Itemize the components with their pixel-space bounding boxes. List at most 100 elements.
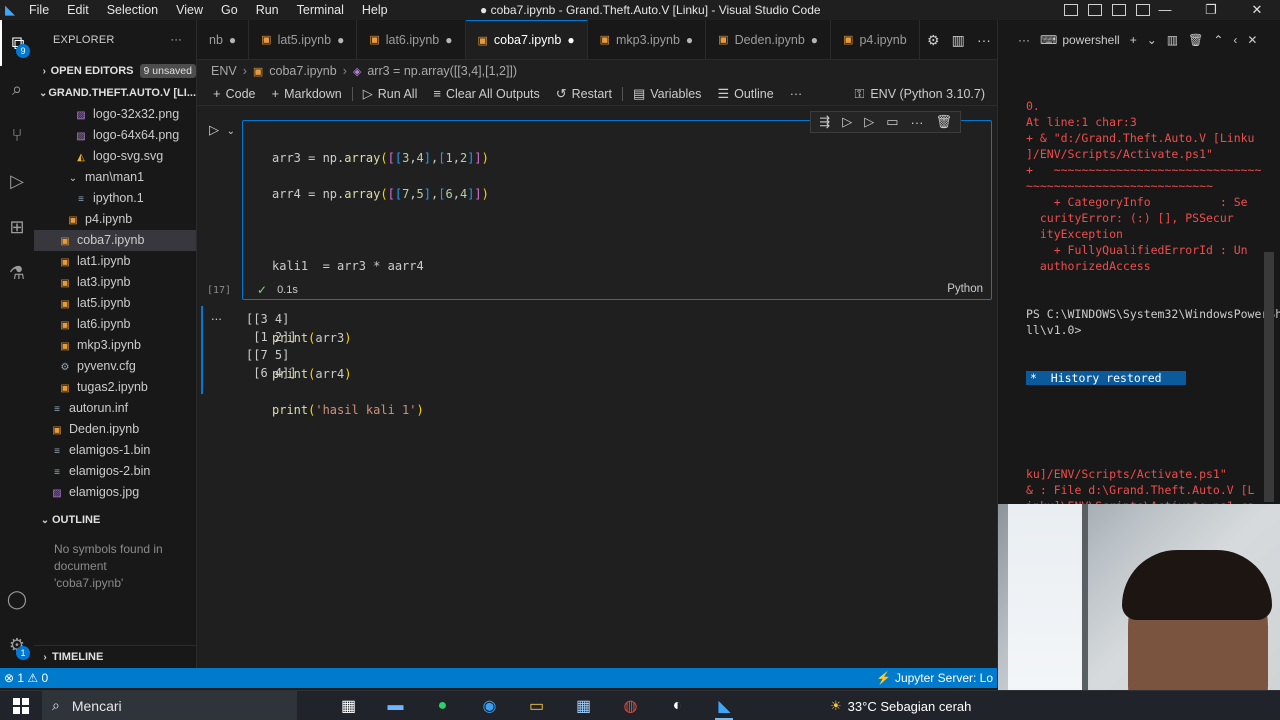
restore-icon[interactable]: ❐: [1188, 0, 1234, 20]
output-more-icon[interactable]: ...: [211, 308, 222, 323]
tree-item[interactable]: ▣ lat6.ipynb: [34, 314, 196, 335]
menu-help[interactable]: Help: [353, 0, 397, 20]
outline-section[interactable]: ⌄ OUTLINE: [34, 509, 196, 531]
unsaved-dot-icon[interactable]: ●: [337, 33, 344, 47]
settings-gear-icon[interactable]: ⚙ 1: [0, 622, 34, 668]
close-icon[interactable]: ✕: [1247, 33, 1257, 47]
add-markdown-cell-button[interactable]: + Markdown: [263, 86, 349, 101]
toggle-panel-icon[interactable]: [1088, 4, 1102, 16]
execute-above-icon[interactable]: ▷: [842, 114, 852, 130]
problems-indicator[interactable]: ⊗ 1 ⚠ 0: [0, 671, 48, 685]
tree-item[interactable]: ▨ logo-64x64.png: [34, 125, 196, 146]
tree-item[interactable]: ◭ logo-svg.svg: [34, 146, 196, 167]
tree-item[interactable]: ▣ mkp3.ipynb: [34, 335, 196, 356]
source-control-icon[interactable]: ⑂: [0, 112, 34, 158]
start-button[interactable]: [0, 691, 42, 720]
tree-item[interactable]: ≡ elamigos-1.bin: [34, 440, 196, 461]
tree-item[interactable]: ▣ lat5.ipynb: [34, 293, 196, 314]
cell-language[interactable]: Python: [947, 283, 983, 295]
menu-selection[interactable]: Selection: [98, 0, 167, 20]
split-editor-icon[interactable]: ▥: [952, 32, 965, 49]
tree-item[interactable]: ⚙ pyvenv.cfg: [34, 356, 196, 377]
run-all-button[interactable]: ▷ Run All: [355, 86, 426, 102]
tree-item[interactable]: ▣ Deden.ipynb: [34, 419, 196, 440]
menu-view[interactable]: View: [167, 0, 212, 20]
more-toolbar-icon[interactable]: ···: [782, 87, 811, 101]
restart-button[interactable]: ↺ Restart: [548, 86, 620, 102]
chrome-icon[interactable]: ◍: [607, 691, 654, 720]
store-app-icon[interactable]: ▬: [372, 691, 419, 720]
unsaved-dot-icon[interactable]: ●: [686, 33, 693, 47]
menu-file[interactable]: File: [20, 0, 58, 20]
editor-tab[interactable]: ▣ lat5.ipynb ●: [249, 20, 358, 59]
breadcrumb-symbol[interactable]: arr3 = np.array([[3,4],[1,2]]): [367, 64, 517, 78]
outline-button[interactable]: ☰ Outline: [709, 86, 781, 102]
menu-go[interactable]: Go: [212, 0, 247, 20]
delete-cell-icon[interactable]: 🗑: [935, 114, 952, 130]
tree-item[interactable]: ⌄ man\man1: [34, 167, 196, 188]
taskbar-search[interactable]: ⌕ Mencari: [42, 690, 297, 720]
testing-icon[interactable]: ⚗: [0, 250, 34, 296]
unsaved-dot-icon[interactable]: ●: [229, 33, 236, 47]
breadcrumb-folder[interactable]: ENV: [211, 64, 237, 78]
extensions-icon[interactable]: ⊞: [0, 204, 34, 250]
tree-item[interactable]: ≡ elamigos-2.bin: [34, 461, 196, 482]
new-terminal-icon[interactable]: +: [1130, 33, 1137, 47]
edge-browser-icon[interactable]: ◉: [466, 691, 513, 720]
open-editors-section[interactable]: › OPEN EDITORS 9 unsaved: [34, 60, 196, 82]
explorer-icon[interactable]: ⧉ 9: [0, 20, 34, 66]
add-code-cell-button[interactable]: + Code: [205, 86, 263, 101]
tree-item[interactable]: ▣ lat1.ipynb: [34, 251, 196, 272]
tree-item[interactable]: ▣ p4.ipynb: [34, 209, 196, 230]
editor-tab[interactable]: ▣ mkp3.ipynb ●: [588, 20, 707, 59]
chevron-up-icon[interactable]: ⌃: [1213, 33, 1223, 47]
account-icon[interactable]: ◯: [0, 576, 34, 622]
tree-item[interactable]: ≡ ipython.1: [34, 188, 196, 209]
tree-item[interactable]: ▨ elamigos.jpg: [34, 482, 196, 503]
terminal-scrollbar[interactable]: [1264, 252, 1274, 502]
settings-gear-icon[interactable]: ⚙: [927, 32, 940, 49]
kernel-picker[interactable]: ⚿ ENV (Python 3.10.7): [846, 82, 993, 106]
editor-tab[interactable]: ▣ lat6.ipynb ●: [357, 20, 466, 59]
kill-terminal-icon[interactable]: 🗑: [1188, 33, 1203, 47]
execute-below-icon[interactable]: ▷: [864, 114, 874, 130]
code-text[interactable]: arr3 = np.array([[3,4],[1,2]]) arr4 = np…: [272, 131, 489, 455]
close-icon[interactable]: ✕: [1234, 0, 1280, 20]
calculator-icon[interactable]: ▦: [560, 691, 607, 720]
tree-item[interactable]: ▣ coba7.ipynb: [34, 230, 196, 251]
workspace-section[interactable]: ⌄ GRAND.THEFT.AUTO.V [LI...: [34, 82, 196, 104]
weather-widget[interactable]: ☀ 33°C Sebagian cerah: [830, 691, 971, 720]
breadcrumb-file[interactable]: coba7.ipynb: [269, 64, 336, 78]
chevron-left-icon[interactable]: ‹: [1233, 33, 1237, 47]
whatsapp-icon[interactable]: ●: [419, 691, 466, 720]
terminal-shell-selector[interactable]: ⌨ powershell: [1040, 33, 1120, 47]
toggle-sidebar-icon[interactable]: [1064, 4, 1078, 16]
unsaved-dot-icon[interactable]: ●: [811, 33, 818, 47]
vscode-taskbar-icon[interactable]: ◣: [701, 691, 748, 720]
unsaved-dot-icon[interactable]: ●: [567, 33, 574, 47]
menu-edit[interactable]: Edit: [58, 0, 98, 20]
menu-terminal[interactable]: Terminal: [288, 0, 353, 20]
jupyter-server-status[interactable]: ⚡ Jupyter Server: Lo: [876, 668, 997, 688]
run-cell-icon[interactable]: ▷: [209, 122, 219, 137]
tree-item[interactable]: ▨ logo-32x32.png: [34, 104, 196, 125]
clear-outputs-button[interactable]: ≡ Clear All Outputs: [425, 86, 547, 101]
chevron-down-icon[interactable]: ⌄: [1147, 33, 1157, 47]
more-cell-actions-icon[interactable]: ···: [910, 115, 923, 130]
editor-tab[interactable]: nb ●: [197, 20, 250, 59]
more-actions-icon[interactable]: ···: [1018, 33, 1030, 47]
editor-tab[interactable]: ▣ coba7.ipynb ●: [465, 20, 588, 59]
run-by-line-icon[interactable]: ⇶: [819, 114, 830, 130]
run-debug-icon[interactable]: ▷: [0, 158, 34, 204]
editor-tab[interactable]: ▣ Deden.ipynb ●: [706, 20, 832, 59]
timeline-section[interactable]: › TIMELINE: [34, 646, 196, 668]
split-terminal-icon[interactable]: ▥: [1167, 33, 1178, 47]
tree-item[interactable]: ▣ tugas2.ipynb: [34, 377, 196, 398]
split-cell-icon[interactable]: ▭: [886, 114, 898, 130]
more-actions-icon[interactable]: ···: [170, 34, 182, 46]
toggle-secondary-sidebar-icon[interactable]: [1112, 4, 1126, 16]
tree-item[interactable]: ▣ lat3.ipynb: [34, 272, 196, 293]
more-actions-icon[interactable]: ···: [977, 32, 991, 48]
minimize-icon[interactable]: —: [1142, 0, 1188, 20]
search-icon[interactable]: ⌕: [0, 66, 34, 112]
